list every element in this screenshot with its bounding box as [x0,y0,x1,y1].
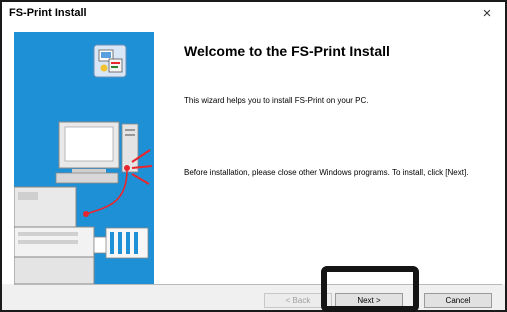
intro-text: This wizard helps you to install FS-Prin… [184,96,369,105]
wizard-footer: < Back Next > Cancel [2,285,505,310]
back-button[interactable]: < Back [264,293,332,308]
computer-icon [55,121,139,184]
window-title: FS-Print Install [9,7,87,19]
cancel-button[interactable]: Cancel [424,293,492,308]
page-title: Welcome to the FS-Print Install [184,43,390,59]
instructions-text: Before installation, please close other … [184,168,469,177]
wizard-banner [14,32,154,284]
banner-illustration [14,44,153,284]
installer-window: FS-Print Install × Welcome to the FS-Pri… [0,0,507,312]
title-bar: FS-Print Install × [2,2,505,24]
close-icon[interactable]: × [478,4,496,22]
wizard-content: Welcome to the FS-Print Install This wiz… [184,24,494,284]
wizard-body: Welcome to the FS-Print Install This wiz… [2,24,505,284]
printer-icon [14,186,149,284]
installer-icon [93,44,127,78]
next-button[interactable]: Next > [335,293,403,308]
